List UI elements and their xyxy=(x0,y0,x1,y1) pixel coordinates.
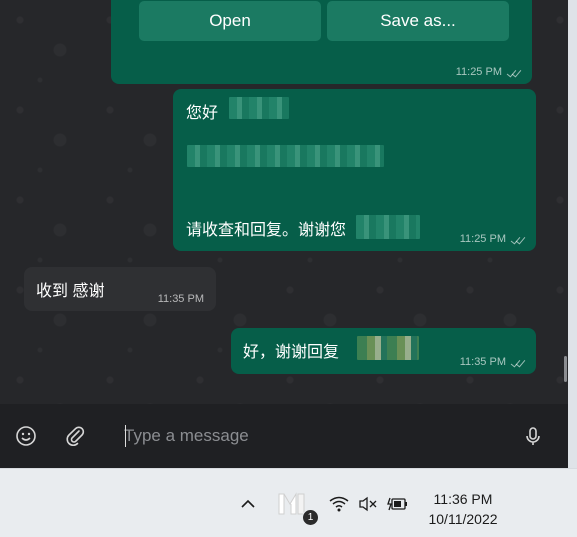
message-time: 11:25 PM xyxy=(459,233,506,245)
save-as-button[interactable]: Save as... xyxy=(327,1,509,41)
scrollbar-thumb[interactable] xyxy=(564,356,567,382)
message-text: 收到 感谢 xyxy=(36,283,105,300)
paperclip-icon[interactable] xyxy=(63,424,87,448)
taskbar: 11:36 PM 10/11/2022 xyxy=(0,468,577,537)
message-composer xyxy=(0,404,568,468)
message-meta: 11:25 PM xyxy=(460,233,524,245)
clock-time: 11:36 PM xyxy=(433,491,493,507)
clock-date: 10/11/2022 xyxy=(428,511,498,527)
double-check-icon xyxy=(510,358,524,367)
message-time: 11:35 PM xyxy=(157,293,204,305)
incoming-message-bubble: 收到 感谢 11:35 PM xyxy=(24,267,216,311)
message-meta: 11:25 PM xyxy=(456,66,520,78)
wifi-icon[interactable] xyxy=(328,493,350,515)
chevron-up-icon[interactable] xyxy=(238,493,258,515)
redacted-signature xyxy=(356,215,420,239)
open-file-button[interactable]: Open xyxy=(139,1,321,41)
message-closing: 请收查和回复。谢谢您 xyxy=(186,222,347,239)
double-check-icon xyxy=(510,235,524,244)
message-input[interactable] xyxy=(124,423,484,449)
message-time: 11:35 PM xyxy=(459,356,506,368)
notification-badge: 1 xyxy=(302,509,319,526)
message-list[interactable]: Open Save as... 11:25 PM 您好 请收查和回复。谢谢您 1… xyxy=(0,0,568,404)
message-meta: 11:35 PM xyxy=(460,356,524,368)
redacted-name xyxy=(357,336,419,360)
open-file-label: Open xyxy=(209,11,251,30)
redacted-line xyxy=(187,145,384,167)
file-message-bubble: Open Save as... 11:25 PM xyxy=(111,0,532,84)
emoji-icon[interactable] xyxy=(14,424,38,448)
microphone-icon[interactable] xyxy=(521,424,545,448)
window-edge xyxy=(568,0,577,468)
message-meta: 11:35 PM xyxy=(158,293,204,305)
outgoing-message-bubble: 您好 请收查和回复。谢谢您 11:25 PM xyxy=(173,89,536,251)
message-greeting: 您好 xyxy=(186,105,219,122)
chat-window: Open Save as... 11:25 PM 您好 请收查和回复。谢谢您 1… xyxy=(0,0,568,468)
message-text: 好，谢谢回复 xyxy=(243,344,340,361)
text-caret xyxy=(125,425,126,447)
system-clock[interactable]: 11:36 PM 10/11/2022 xyxy=(420,489,506,529)
save-as-label: Save as... xyxy=(380,11,456,30)
speaker-muted-icon[interactable] xyxy=(357,493,379,515)
battery-charging-icon[interactable] xyxy=(386,493,410,515)
double-check-icon xyxy=(506,68,520,77)
outgoing-message-bubble: 好，谢谢回复 11:35 PM xyxy=(231,328,536,374)
message-time: 11:25 PM xyxy=(455,66,502,78)
redacted-name xyxy=(229,97,289,119)
